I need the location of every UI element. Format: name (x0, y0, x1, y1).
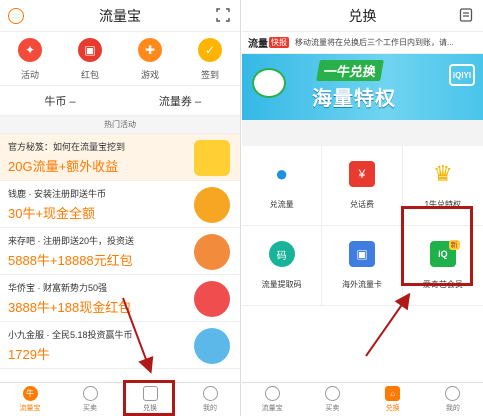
banner-line2: 海量特权 (312, 88, 396, 110)
crown-icon: ♛ (432, 161, 453, 186)
highlight-exchange-tab (123, 380, 175, 416)
user-icon (445, 386, 461, 401)
brand-logo (252, 68, 286, 98)
activity-image (194, 281, 230, 317)
ticker-tag: 流量 (248, 39, 268, 50)
exchange-item-phone-bill[interactable]: ¥ 兑话费 (322, 146, 403, 226)
user-icon (202, 386, 218, 401)
promo-banner[interactable]: 一牛兑换 海量特权 iQIYI (242, 54, 483, 120)
activity-item[interactable]: 钱鹿 · 安装注册即送牛币 30牛+现金全额 (0, 181, 240, 228)
exchange-label: 兑流量 (269, 200, 294, 209)
activity-item[interactable]: 官方秘笈：如何在流量宝挖到 20G流量+额外收益 (0, 134, 240, 181)
calendar-icon: ✓ (198, 38, 222, 62)
exchange-label: 兑话费 (349, 200, 374, 209)
trade-icon (82, 386, 98, 401)
wallet-icon: ⌂ (385, 386, 401, 401)
activity-item[interactable]: 小九金服 · 全民5.18投资赢牛币 1729牛 (0, 322, 240, 369)
exchange-item-data[interactable]: ● 兑流量 (242, 146, 323, 226)
ticker-text: 移动流量将在兑换后三个工作日内到账，请... (295, 38, 454, 47)
feature-label: 签到 (200, 70, 219, 80)
activity-item[interactable]: 华侨宝 · 财富新势力50强 3888牛+188现金红包 (0, 275, 240, 322)
exchange-label: 海外流量卡 (341, 280, 382, 289)
tab-trade[interactable]: 买卖 (60, 383, 120, 416)
red-packet-icon: ▣ (78, 38, 102, 62)
receipt-icon[interactable] (459, 8, 473, 22)
tab-label: 买卖 (83, 405, 97, 412)
banner-line1: 一牛兑换 (316, 60, 384, 81)
water-drop-icon: ● (275, 161, 289, 186)
tab-mine[interactable]: 我的 (423, 383, 483, 416)
activity-image (194, 140, 230, 176)
feature-row: ✦ 活动 ▣ 红包 ✚ 游戏 ✓ 签到 (0, 32, 240, 86)
message-icon[interactable] (8, 8, 24, 24)
exchange-item-overseas-card[interactable]: ▣ 海外流量卡 (322, 226, 403, 306)
feature-game[interactable]: ✚ 游戏 (120, 38, 180, 85)
tab-trade[interactable]: 买卖 (302, 383, 362, 416)
top-bar: 兑换 (242, 0, 483, 32)
feature-red-packet[interactable]: ▣ 红包 (60, 38, 120, 85)
feature-checkin[interactable]: ✓ 签到 (180, 38, 240, 85)
feature-label: 红包 (80, 70, 99, 80)
activity-image (194, 328, 230, 364)
tab-liuliangbao[interactable]: 牛 流量宝 (0, 383, 60, 416)
activity-image (194, 187, 230, 223)
feature-label: 活动 (20, 70, 39, 80)
bottom-tab-bar: 流量宝 买卖 ⌂ 兑换 我的 (242, 382, 483, 416)
coupon-balance[interactable]: 流量券 – (120, 93, 240, 109)
activity-image (194, 234, 230, 270)
bottom-tab-bar: 牛 流量宝 买卖 兑换 我的 (0, 382, 240, 416)
phone-bill-icon: ¥ (348, 161, 375, 187)
trade-icon (324, 386, 340, 401)
scan-icon[interactable] (216, 8, 230, 22)
top-bar: 流量宝 (0, 0, 240, 32)
tab-mine[interactable]: 我的 (180, 383, 240, 416)
tab-label: 我的 (203, 405, 217, 412)
exchange-item-code[interactable]: 码 流量提取码 (242, 226, 323, 306)
iqiyi-logo: iQIYI (449, 64, 475, 86)
page-title: 流量宝 (99, 7, 141, 24)
sim-card-icon: ▣ (348, 241, 375, 267)
highlight-iqiyi-item (401, 206, 473, 286)
feature-activity[interactable]: ✦ 活动 (0, 38, 60, 85)
gift-icon: ✦ (18, 38, 42, 62)
hot-activities-header: 热门活动 (0, 116, 240, 134)
liuliangbao-screen: 流量宝 ✦ 活动 ▣ 红包 ✚ 游戏 ✓ 签到 牛币 – 流量券 – 热门活动 … (0, 0, 241, 416)
divider (242, 120, 483, 146)
code-icon: 码 (268, 241, 295, 267)
tab-liuliangbao[interactable]: 流量宝 (242, 383, 302, 416)
page-title: 兑换 (348, 7, 377, 24)
activity-item[interactable]: 来存吧 · 注册即送20牛，投资送 5888牛+18888元红包 (0, 228, 240, 275)
tab-label: 买卖 (325, 405, 340, 412)
ticker-badge: 快报 (269, 37, 289, 48)
tab-label: 我的 (445, 405, 460, 412)
niu-icon (264, 386, 280, 401)
niu-icon: 牛 (22, 386, 38, 401)
gamepad-icon: ✚ (138, 38, 162, 62)
tab-exchange[interactable]: ⌂ 兑换 (363, 383, 423, 416)
exchange-label: 流量提取码 (261, 280, 302, 289)
tab-label: 流量宝 (19, 405, 41, 412)
niu-coin-balance[interactable]: 牛币 – (0, 93, 120, 109)
balance-row: 牛币 – 流量券 – (0, 86, 240, 116)
tab-label: 兑换 (385, 405, 400, 412)
tab-label: 流量宝 (261, 405, 283, 412)
feature-label: 游戏 (140, 70, 159, 80)
news-ticker[interactable]: 流量 快报 移动流量将在兑换后三个工作日内到账，请... (242, 32, 483, 54)
